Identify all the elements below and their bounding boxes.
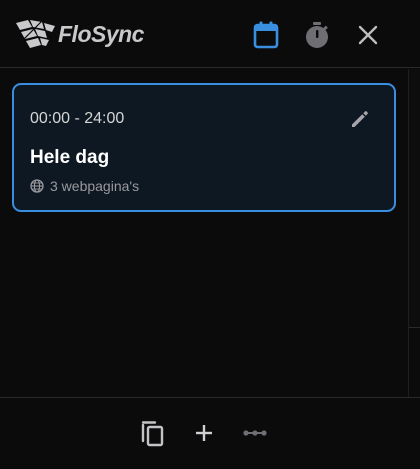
webpage-count: 3 webpagina's (30, 178, 139, 194)
edit-button[interactable] (348, 107, 372, 131)
close-button[interactable] (353, 20, 383, 50)
calendar-icon (253, 21, 279, 49)
app-window: FloSync 00:00 - 24:00 Hele dag 3 webpagi… (0, 0, 420, 469)
brand-logo: FloSync (14, 18, 144, 50)
calendar-button[interactable] (251, 20, 281, 50)
copy-button[interactable] (138, 418, 168, 448)
time-range: 00:00 - 24:00 (30, 110, 125, 127)
plus-icon (196, 425, 212, 441)
brand-name: FloSync (58, 20, 144, 47)
globe-icon (30, 179, 44, 193)
scrollbar-thumb[interactable] (409, 69, 420, 328)
timer-button[interactable] (302, 20, 332, 50)
add-button[interactable] (189, 418, 219, 448)
link-icon (243, 430, 267, 436)
header: FloSync (0, 0, 420, 68)
flosync-logo-icon (14, 19, 55, 49)
timer-icon (306, 22, 328, 48)
close-icon (358, 25, 378, 45)
pencil-icon (352, 111, 368, 127)
webpage-count-label: 3 webpagina's (50, 178, 140, 194)
schedule-title: Hele dag (30, 147, 110, 168)
copy-icon (141, 421, 164, 447)
schedule-card[interactable]: 00:00 - 24:00 Hele dag 3 webpagina's (12, 83, 396, 212)
link-button[interactable] (240, 418, 270, 448)
footer-toolbar (0, 397, 420, 469)
scrollbar[interactable] (408, 69, 420, 397)
